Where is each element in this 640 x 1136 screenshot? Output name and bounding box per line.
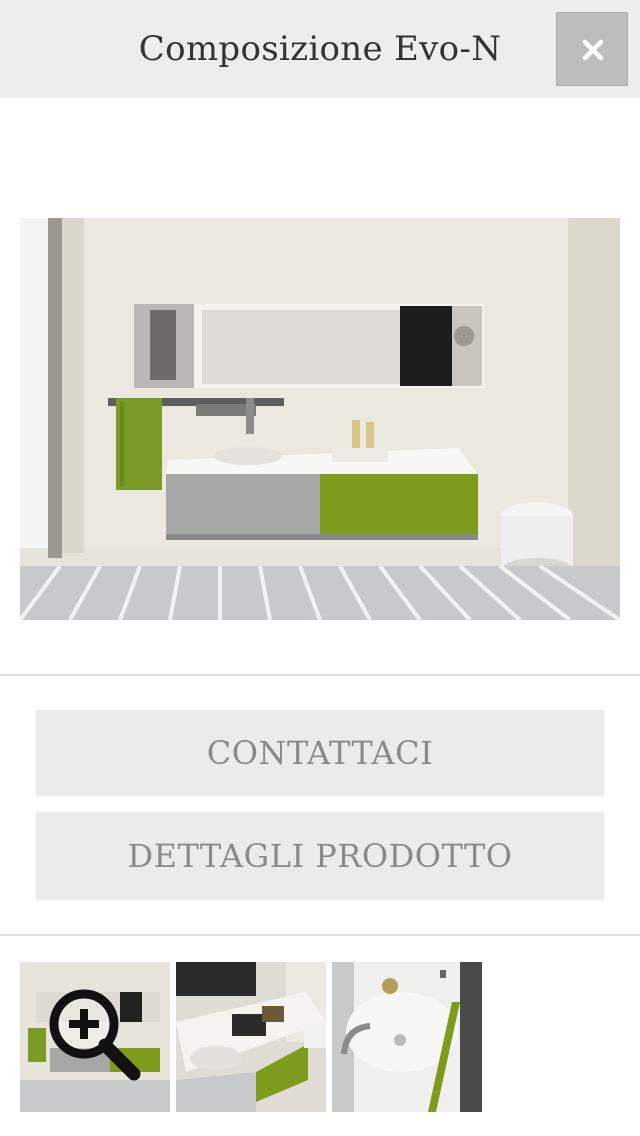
product-details-button[interactable]: DETTAGLI PRODOTTO (36, 812, 604, 900)
thumbnail-1[interactable] (20, 962, 170, 1112)
page-title: Composizione Evo-N (138, 29, 502, 69)
main-product-image[interactable] (20, 218, 620, 620)
contact-button[interactable]: CONTATTACI (36, 710, 604, 796)
close-button[interactable] (556, 12, 628, 86)
header-bar: Composizione Evo-N (0, 0, 640, 98)
thumbnail-2[interactable] (176, 962, 326, 1112)
divider-top (0, 674, 640, 676)
divider-bottom (0, 934, 640, 936)
zoom-in-icon (49, 989, 141, 1081)
close-icon (582, 39, 604, 61)
thumbnail-3[interactable] (332, 962, 482, 1112)
